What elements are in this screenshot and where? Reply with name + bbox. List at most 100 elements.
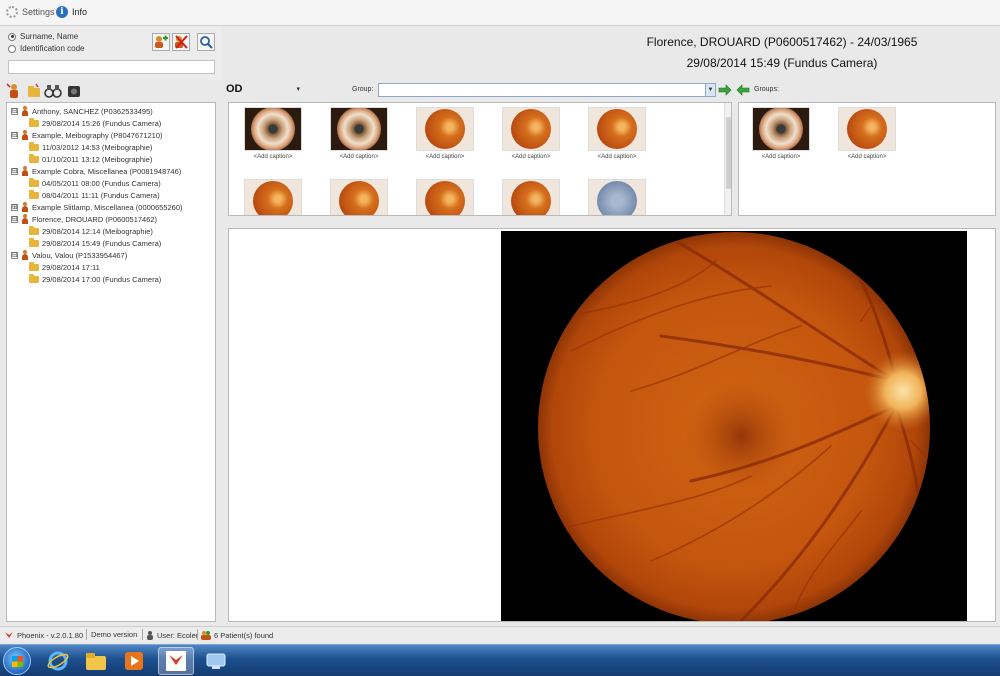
arrow-right-icon[interactable] bbox=[718, 84, 732, 96]
thumbnail[interactable]: <Add caption> bbox=[243, 107, 303, 160]
expand-icon[interactable]: ⊞ bbox=[11, 203, 18, 211]
thumbnail-image[interactable] bbox=[752, 107, 810, 151]
taskbar-phoenix-app[interactable] bbox=[158, 647, 194, 675]
search-panel: Surname, Name Identification code bbox=[0, 26, 222, 80]
thumbnail[interactable] bbox=[587, 179, 647, 215]
thumbnail-caption[interactable]: <Add caption> bbox=[587, 154, 647, 160]
search-option-code[interactable]: Identification code bbox=[8, 44, 85, 53]
tree-patient-row[interactable]: ⊟ Florence, DROUARD (P0600517462) bbox=[11, 213, 157, 225]
radio-icon[interactable] bbox=[8, 44, 16, 53]
taskbar-file-explorer[interactable] bbox=[78, 647, 114, 675]
thumbnail[interactable]: <Add caption> bbox=[587, 107, 647, 160]
thumbnail[interactable] bbox=[415, 179, 475, 215]
patient-icon bbox=[21, 250, 29, 260]
search-button[interactable] bbox=[197, 33, 215, 51]
collapse-icon[interactable]: ⊟ bbox=[11, 251, 18, 259]
thumbnail-caption[interactable]: <Add caption> bbox=[501, 154, 561, 160]
tree-row-label: 29/08/2014 17:00 (Fundus Camera) bbox=[42, 274, 162, 284]
status-bar: Phoenix - v.2.0.1.80 Demo version User: … bbox=[0, 626, 1000, 642]
thumbnail[interactable]: <Add caption> bbox=[415, 107, 475, 160]
new-patient-button[interactable] bbox=[6, 83, 22, 99]
thumbnail-image[interactable] bbox=[588, 179, 646, 215]
thumbnail-caption[interactable]: <Add caption> bbox=[751, 154, 811, 160]
taskbar-internet-explorer[interactable] bbox=[40, 647, 76, 675]
thumbnail-image[interactable] bbox=[502, 107, 560, 151]
tree-patient-row[interactable]: ⊟ Example, Meibography (P8047671210) bbox=[11, 129, 163, 141]
thumbnail-image[interactable] bbox=[330, 179, 388, 215]
thumbnail[interactable] bbox=[501, 179, 561, 215]
thumbnail-scrollbar[interactable] bbox=[724, 103, 731, 215]
tree-exam-row[interactable]: 29/08/2014 12:14 (Meibographie) bbox=[29, 225, 153, 237]
settings-menu[interactable]: Settings bbox=[6, 6, 55, 18]
collapse-icon[interactable]: ⊟ bbox=[11, 215, 18, 223]
thumbnail[interactable] bbox=[329, 179, 389, 215]
group-combo[interactable]: ▼ bbox=[378, 83, 716, 97]
tree-patient-row[interactable]: ⊟ Example Cobra, Miscellanea (P0081948746… bbox=[11, 165, 181, 177]
fundus-image[interactable] bbox=[501, 231, 967, 621]
collapse-icon[interactable]: ⊟ bbox=[11, 131, 18, 139]
thumbnail-eye-drawing bbox=[337, 108, 381, 150]
thumbnail-image[interactable] bbox=[330, 107, 388, 151]
tree-exam-row[interactable]: 11/03/2012 14:53 (Meibographie) bbox=[29, 141, 152, 153]
status-app-version: Phoenix - v.2.0.1.80 bbox=[17, 630, 84, 640]
thumbnail[interactable]: <Add caption> bbox=[837, 107, 897, 160]
camera-button[interactable] bbox=[66, 83, 82, 99]
thumbnail-eye-drawing bbox=[597, 109, 637, 149]
eye-select-value: OD bbox=[226, 83, 243, 95]
add-patient-button[interactable] bbox=[152, 33, 170, 51]
thumbnail-image[interactable] bbox=[416, 107, 474, 151]
collapse-icon[interactable]: ⊟ bbox=[11, 107, 18, 115]
new-exam-button[interactable] bbox=[26, 83, 42, 99]
group-bar: OD ▾ Group: ▼ Groups: bbox=[222, 80, 1000, 102]
group-label: Group: bbox=[352, 86, 374, 93]
media-player-icon bbox=[125, 652, 143, 670]
tree-patient-row[interactable]: ⊞ Example Slitlamp, Miscellanea (00006552… bbox=[11, 201, 183, 213]
tree-exam-row[interactable]: 29/08/2014 15:49 (Fundus Camera) bbox=[29, 237, 161, 249]
thumbnail-image[interactable] bbox=[244, 107, 302, 151]
tree-toolbar bbox=[0, 80, 222, 102]
status-mode-text: Demo version bbox=[91, 630, 138, 639]
thumbnail-image[interactable] bbox=[838, 107, 896, 151]
thumbnail-caption[interactable]: <Add caption> bbox=[243, 154, 303, 160]
tree-patient-row[interactable]: ⊟ Anthony, SANCHEZ (P0362533495) bbox=[11, 105, 153, 117]
group-thumbnail-panel: <Add caption> <Add caption> bbox=[738, 102, 996, 216]
tree-row-label: Valou, Valou (P1533954467) bbox=[32, 250, 128, 260]
thumbnail-image[interactable] bbox=[416, 179, 474, 215]
tree-patient-row[interactable]: ⊟ Valou, Valou (P1533954467) bbox=[11, 249, 127, 261]
tree-exam-row[interactable]: 04/05/2011 08:00 (Fundus Camera) bbox=[29, 177, 161, 189]
tree-exam-row[interactable]: 01/10/2011 13:12 (Meibographie) bbox=[29, 153, 152, 165]
compare-button[interactable] bbox=[44, 83, 62, 99]
thumbnail-image[interactable] bbox=[244, 179, 302, 215]
scrollbar-thumb[interactable] bbox=[726, 117, 731, 189]
thumbnail-image[interactable] bbox=[502, 179, 560, 215]
tree-exam-row[interactable]: 29/08/2014 15:26 (Fundus Camera) bbox=[29, 117, 161, 129]
collapse-icon[interactable]: ⊟ bbox=[11, 167, 18, 175]
tree-exam-row[interactable]: 29/08/2014 17:00 (Fundus Camera) bbox=[29, 273, 161, 285]
info-menu[interactable]: i Info bbox=[56, 6, 87, 18]
radio-selected-icon[interactable] bbox=[8, 32, 16, 41]
taskbar-network-app[interactable] bbox=[198, 647, 234, 675]
thumbnail[interactable]: <Add caption> bbox=[751, 107, 811, 160]
tree-exam-row[interactable]: 29/08/2014 17:11 bbox=[29, 261, 100, 273]
thumbnail-panel: <Add caption> <Add caption> <Add caption> <… bbox=[228, 102, 732, 216]
search-input[interactable] bbox=[8, 60, 215, 74]
phoenix-icon bbox=[5, 632, 13, 638]
status-mode: Demo version bbox=[91, 630, 137, 639]
thumbnail-image[interactable] bbox=[588, 107, 646, 151]
thumbnail-caption[interactable]: <Add caption> bbox=[329, 154, 389, 160]
thumbnail-caption[interactable]: <Add caption> bbox=[415, 154, 475, 160]
arrow-left-icon[interactable] bbox=[736, 84, 750, 96]
thumbnail[interactable]: <Add caption> bbox=[501, 107, 561, 160]
chevron-down-icon[interactable]: ▼ bbox=[705, 84, 715, 96]
thumbnail-eye-drawing bbox=[597, 181, 637, 215]
delete-patient-button[interactable] bbox=[172, 33, 190, 51]
search-option-name[interactable]: Surname, Name bbox=[8, 32, 78, 41]
thumbnail-caption[interactable]: <Add caption> bbox=[837, 154, 897, 160]
tree-exam-row[interactable]: 08/04/2011 11:11 (Fundus Camera) bbox=[29, 189, 160, 201]
status-app: Phoenix - v.2.0.1.80 bbox=[4, 630, 83, 640]
thumbnail[interactable]: <Add caption> bbox=[329, 107, 389, 160]
start-button[interactable] bbox=[3, 647, 31, 675]
taskbar-media-player[interactable] bbox=[116, 647, 152, 675]
eye-select[interactable]: OD ▾ bbox=[226, 83, 302, 99]
thumbnail[interactable] bbox=[243, 179, 303, 215]
